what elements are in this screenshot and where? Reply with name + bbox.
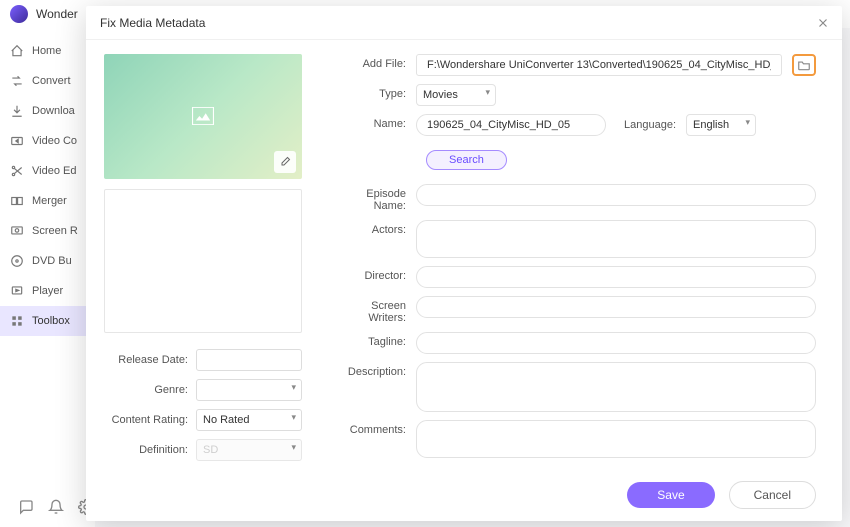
compress-icon <box>10 134 24 148</box>
tagline-label: Tagline: <box>336 332 416 348</box>
sidebar-item-screen-recorder[interactable]: Screen R <box>0 216 95 246</box>
sidebar-label: DVD Bu <box>32 255 72 267</box>
sidebar-label: Downloa <box>32 105 75 117</box>
description-label: Description: <box>336 362 416 378</box>
modal-header: Fix Media Metadata <box>86 6 842 40</box>
language-select[interactable]: English <box>686 114 756 136</box>
release-date-input[interactable] <box>196 349 302 371</box>
merger-icon <box>10 194 24 208</box>
modal-close-button[interactable] <box>814 14 832 32</box>
sidebar-label: Merger <box>32 195 67 207</box>
add-file-input[interactable] <box>416 54 782 76</box>
edit-thumbnail-button[interactable] <box>274 151 296 173</box>
app-logo-icon <box>10 5 28 23</box>
sidebar-label: Convert <box>32 75 71 87</box>
modal-footer: Save Cancel <box>86 469 842 521</box>
app-title: Wonder <box>36 7 78 21</box>
sidebar-item-video-edit[interactable]: Video Ed <box>0 156 95 186</box>
browse-folder-button[interactable] <box>792 54 816 76</box>
comments-label: Comments: <box>336 420 416 436</box>
tagline-input[interactable] <box>416 332 816 354</box>
comments-input[interactable] <box>416 420 816 458</box>
sidebar-item-dvd-burner[interactable]: DVD Bu <box>0 246 95 276</box>
image-placeholder-icon <box>192 107 214 125</box>
sidebar-label: Player <box>32 285 63 297</box>
sidebar: Home Convert Downloa Video Co Video Ed M… <box>0 28 95 527</box>
sidebar-item-player[interactable]: Player <box>0 276 95 306</box>
description-input[interactable] <box>416 362 816 412</box>
add-file-label: Add File: <box>336 54 416 70</box>
sidebar-item-home[interactable]: Home <box>0 36 95 66</box>
language-label: Language: <box>624 119 676 131</box>
type-label: Type: <box>336 84 416 100</box>
modal-title: Fix Media Metadata <box>100 16 205 30</box>
download-icon <box>10 104 24 118</box>
video-thumbnail <box>104 54 302 179</box>
release-date-label: Release Date: <box>104 354 196 366</box>
definition-select[interactable]: SD <box>196 439 302 461</box>
writers-input[interactable] <box>416 296 816 318</box>
toolbox-icon <box>10 314 24 328</box>
sidebar-item-video-compress[interactable]: Video Co <box>0 126 95 156</box>
type-select[interactable]: Movies <box>416 84 496 106</box>
sidebar-item-toolbox[interactable]: Toolbox <box>0 306 95 336</box>
modal-body: Release Date: Genre: Content Rating: No … <box>86 40 842 469</box>
home-icon <box>10 44 24 58</box>
save-button[interactable]: Save <box>627 482 714 508</box>
convert-icon <box>10 74 24 88</box>
actors-label: Actors: <box>336 220 416 236</box>
sidebar-item-download[interactable]: Downloa <box>0 96 95 126</box>
sidebar-label: Home <box>32 45 61 57</box>
sidebar-label: Video Ed <box>32 165 76 177</box>
sidebar-label: Toolbox <box>32 315 70 327</box>
artwork-box[interactable] <box>104 189 302 333</box>
search-button[interactable]: Search <box>426 150 507 170</box>
sidebar-label: Screen R <box>32 225 78 237</box>
player-icon <box>10 284 24 298</box>
scissors-icon <box>10 164 24 178</box>
content-rating-select[interactable]: No Rated <box>196 409 302 431</box>
folder-icon <box>797 59 811 71</box>
definition-label: Definition: <box>104 444 196 456</box>
genre-select[interactable] <box>196 379 302 401</box>
director-label: Director: <box>336 266 416 282</box>
record-icon <box>10 224 24 238</box>
sidebar-label: Video Co <box>32 135 77 147</box>
genre-label: Genre: <box>104 384 196 396</box>
episode-name-label: Episode Name: <box>336 184 416 212</box>
disc-icon <box>10 254 24 268</box>
fix-metadata-modal: Fix Media Metadata Release Date: Genre: <box>86 6 842 521</box>
cancel-button[interactable]: Cancel <box>729 481 816 509</box>
sidebar-item-merger[interactable]: Merger <box>0 186 95 216</box>
director-input[interactable] <box>416 266 816 288</box>
actors-input[interactable] <box>416 220 816 258</box>
feedback-icon[interactable] <box>18 499 34 520</box>
episode-name-input[interactable] <box>416 184 816 206</box>
name-input[interactable] <box>416 114 606 136</box>
content-rating-label: Content Rating: <box>104 414 196 426</box>
writers-label: Screen Writers: <box>336 296 416 324</box>
sidebar-item-convert[interactable]: Convert <box>0 66 95 96</box>
name-label: Name: <box>336 114 416 130</box>
modal-left-panel: Release Date: Genre: Content Rating: No … <box>86 40 316 469</box>
notification-icon[interactable] <box>48 499 64 520</box>
modal-right-panel: Add File: Type: Movies Name: Lan <box>316 40 842 469</box>
left-fields: Release Date: Genre: Content Rating: No … <box>104 349 302 469</box>
